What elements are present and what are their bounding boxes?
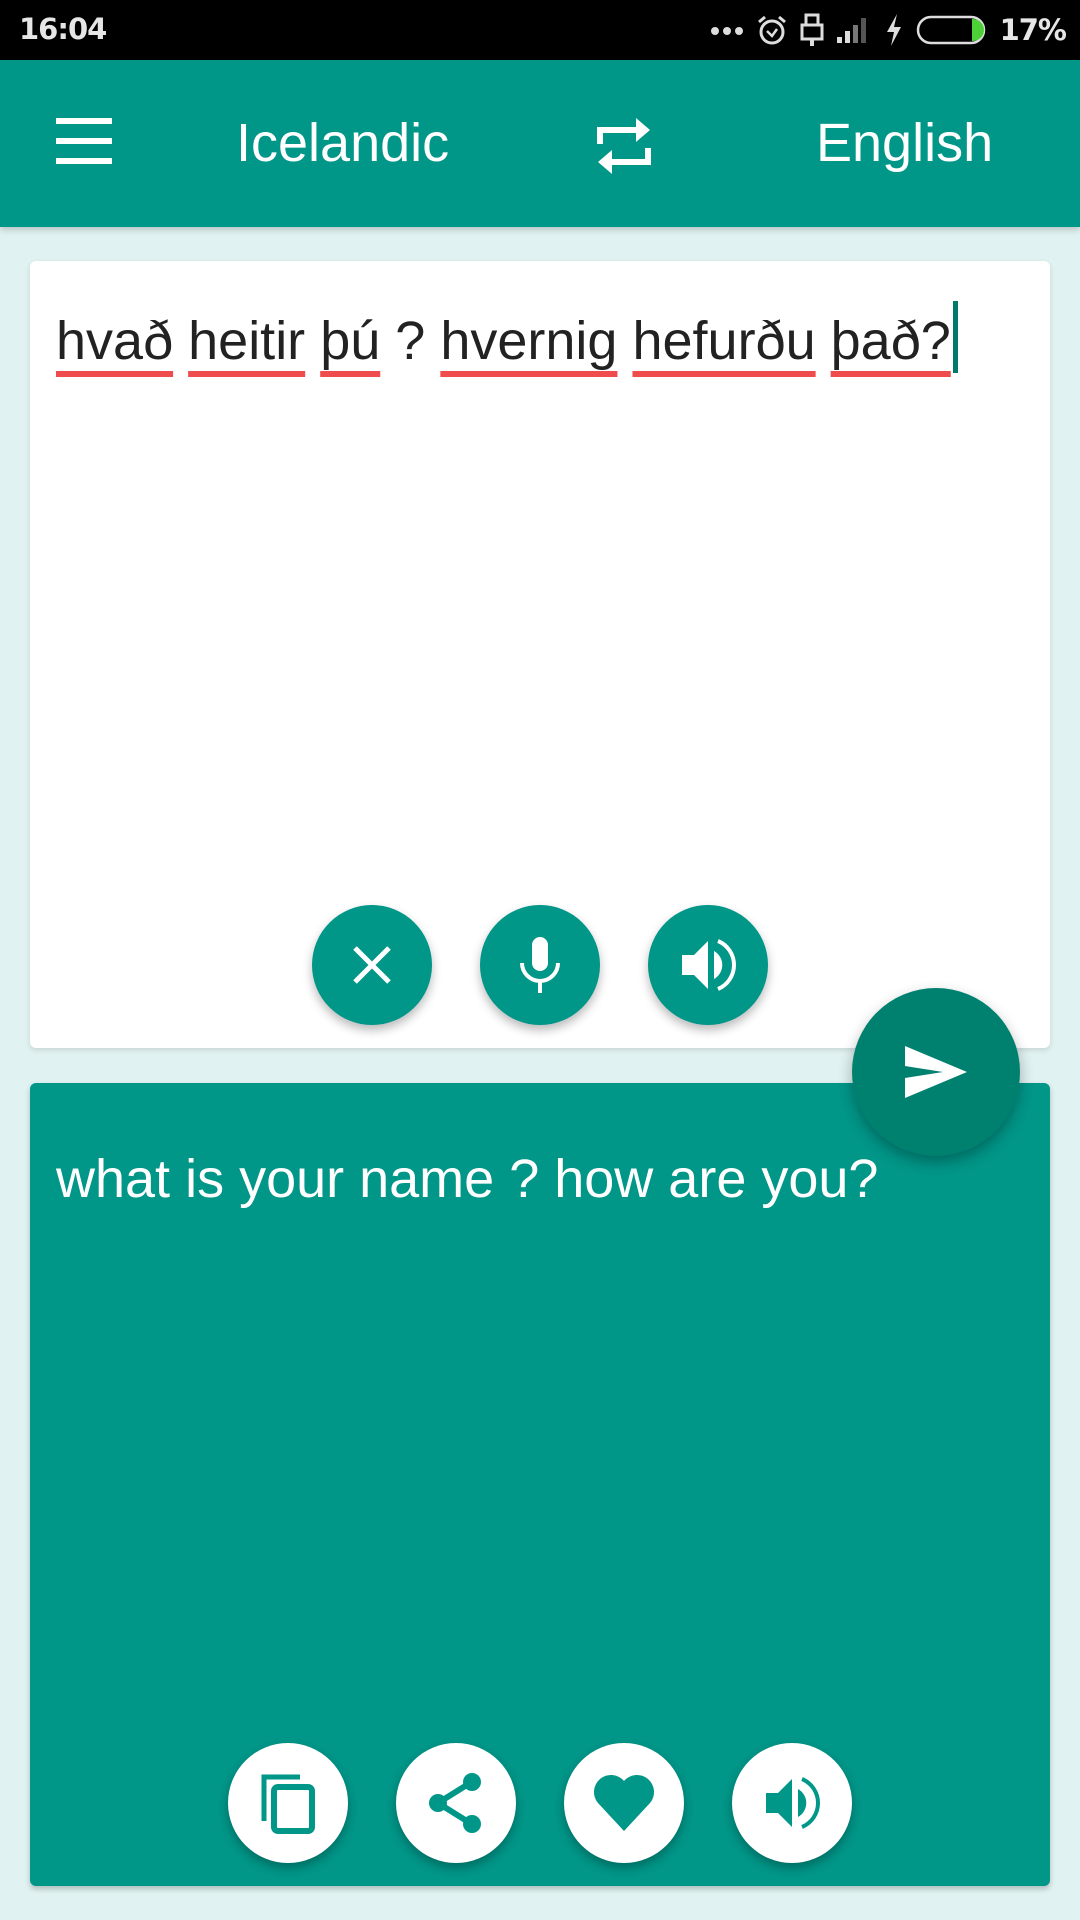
status-bar: 16:04 17% — [0, 0, 1080, 60]
clear-button[interactable] — [312, 905, 432, 1025]
swap-languages-button[interactable] — [588, 110, 660, 182]
copy-icon — [261, 1774, 315, 1834]
alarm-icon — [757, 15, 786, 45]
input-word: heitir — [188, 311, 306, 371]
battery-icon — [916, 15, 985, 45]
app-bar: Icelandic English — [0, 60, 1080, 227]
input-word: þú — [320, 311, 381, 371]
status-icons: 17% — [710, 10, 1067, 50]
usb-icon — [800, 13, 824, 46]
close-icon — [353, 946, 391, 984]
share-button[interactable] — [396, 1743, 516, 1863]
voice-input-button[interactable] — [480, 905, 600, 1025]
menu-button[interactable] — [46, 118, 114, 168]
speak-source-button[interactable] — [648, 905, 768, 1025]
input-word: hvað — [56, 311, 174, 371]
input-word: ? — [395, 311, 426, 371]
input-word: það? — [830, 311, 951, 371]
signal-icon — [836, 18, 866, 43]
source-language-selector[interactable]: Icelandic — [236, 112, 449, 174]
speak-translation-button[interactable] — [732, 1743, 852, 1863]
status-time: 16:04 — [19, 12, 107, 46]
heart-icon — [593, 1774, 655, 1831]
copy-button[interactable] — [228, 1743, 348, 1863]
speaker-icon — [682, 939, 736, 991]
output-card: what is your name ? how are you? — [30, 1083, 1050, 1886]
speaker-icon — [766, 1777, 820, 1829]
input-word: hvernig — [440, 311, 618, 371]
translate-button[interactable] — [852, 988, 1020, 1156]
favorite-button[interactable] — [564, 1743, 684, 1863]
microphone-icon — [520, 937, 560, 993]
target-language-selector[interactable]: English — [816, 112, 993, 174]
input-word: hefurðu — [632, 311, 816, 371]
charging-icon — [886, 14, 901, 46]
more-dots-icon — [710, 27, 743, 35]
source-text-input[interactable]: hvað heitir þú ? hvernig hefurðu það? — [56, 291, 1016, 391]
battery-percent: 17% — [999, 13, 1067, 47]
swap-languages-icon — [597, 118, 651, 174]
input-card: hvað heitir þú ? hvernig hefurðu það? — [30, 261, 1050, 1048]
send-icon — [905, 1046, 967, 1098]
text-cursor — [952, 301, 958, 373]
translation-text: what is your name ? how are you? — [56, 1149, 879, 1209]
share-icon — [429, 1773, 481, 1833]
